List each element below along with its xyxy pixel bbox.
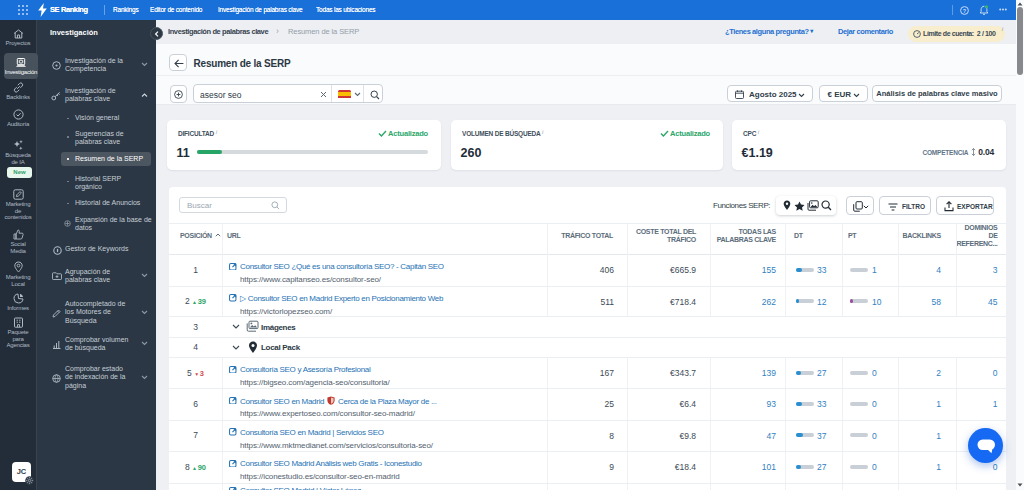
svg-text:?: ? — [963, 8, 967, 14]
